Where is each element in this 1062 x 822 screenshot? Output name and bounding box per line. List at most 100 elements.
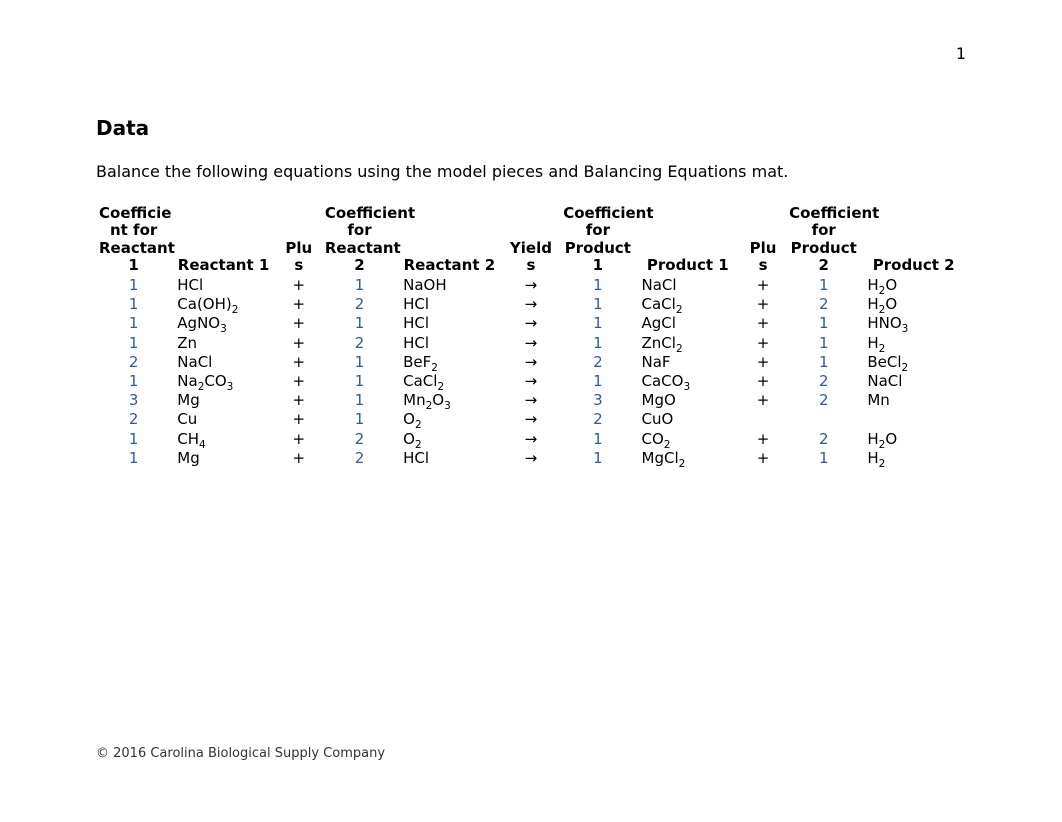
reactant-2: NaOH [397, 276, 502, 295]
coef-product-1: 3 [560, 391, 635, 410]
product-2: H2O [861, 276, 966, 295]
coef-reactant-2: 1 [322, 276, 397, 295]
coef-reactant-2: 2 [322, 295, 397, 314]
product-1: CaCO3 [636, 372, 741, 391]
table-row: 1AgNO3+1HCl→1AgCl+1HNO3 [96, 314, 966, 333]
yields-arrow: → [502, 391, 561, 410]
col-header-react1: Reactant 1 [171, 203, 276, 276]
plus-2: + [740, 449, 786, 468]
coef-reactant-1: 3 [96, 391, 171, 410]
table-row: 1Na2CO3+1CaCl2→1CaCO3+2NaCl [96, 372, 966, 391]
yields-arrow: → [502, 334, 561, 353]
page-number: 1 [956, 44, 966, 63]
reactant-1: Mg [171, 391, 276, 410]
reactant-2: O2 [397, 410, 502, 429]
coef-reactant-2: 1 [322, 391, 397, 410]
plus-1: + [276, 276, 322, 295]
product-1: NaCl [636, 276, 741, 295]
coef-reactant-1: 2 [96, 410, 171, 429]
instruction-text: Balance the following equations using th… [96, 162, 966, 181]
copyright-footer: © 2016 Carolina Biological Supply Compan… [96, 746, 385, 761]
coef-product-2: 2 [786, 430, 861, 449]
coef-reactant-2: 1 [322, 314, 397, 333]
yields-arrow: → [502, 353, 561, 372]
table-row: 3Mg+1Mn2O3→3MgO+2Mn [96, 391, 966, 410]
reactant-1: NaCl [171, 353, 276, 372]
table-row: 1HCl+1NaOH→1NaCl+1H2O [96, 276, 966, 295]
coef-product-1: 1 [560, 334, 635, 353]
coef-product-1: 1 [560, 449, 635, 468]
coef-reactant-2: 1 [322, 410, 397, 429]
plus-1: + [276, 314, 322, 333]
plus-2: + [740, 295, 786, 314]
plus-1: + [276, 334, 322, 353]
plus-1: + [276, 410, 322, 429]
reactant-2: Mn2O3 [397, 391, 502, 410]
coef-product-1: 1 [560, 430, 635, 449]
yields-arrow: → [502, 430, 561, 449]
col-header-coef-p1: Coefficient for Product 1 [560, 203, 635, 276]
coef-reactant-1: 2 [96, 353, 171, 372]
plus-2: + [740, 372, 786, 391]
product-2: BeCl2 [861, 353, 966, 372]
product-1: CaCl2 [636, 295, 741, 314]
reactant-1: Zn [171, 334, 276, 353]
reactant-1: AgNO3 [171, 314, 276, 333]
product-2: H2 [861, 334, 966, 353]
plus-1: + [276, 353, 322, 372]
coef-reactant-1: 1 [96, 295, 171, 314]
col-header-coef-r1: Coefficie nt for Reactant 1 [96, 203, 171, 276]
product-2: H2 [861, 449, 966, 468]
table-row: 1Zn+2HCl→1ZnCl2+1H2 [96, 334, 966, 353]
product-2: HNO3 [861, 314, 966, 333]
product-2: H2O [861, 430, 966, 449]
yields-arrow: → [502, 295, 561, 314]
reactant-1: Na2CO3 [171, 372, 276, 391]
coef-product-1: 1 [560, 276, 635, 295]
table-row: 1CH4+2O2→1CO2+2H2O [96, 430, 966, 449]
plus-2: + [740, 430, 786, 449]
col-header-yields: Yield s [502, 203, 561, 276]
coef-reactant-1: 1 [96, 334, 171, 353]
coef-reactant-2: 2 [322, 430, 397, 449]
plus-1: + [276, 430, 322, 449]
plus-2 [740, 410, 786, 429]
coef-product-2: 1 [786, 449, 861, 468]
coef-product-2 [786, 410, 861, 429]
plus-1: + [276, 372, 322, 391]
coef-product-2: 1 [786, 334, 861, 353]
yields-arrow: → [502, 314, 561, 333]
reactant-2: O2 [397, 430, 502, 449]
coef-reactant-1: 1 [96, 276, 171, 295]
col-header-plus2: Plu s [740, 203, 786, 276]
coef-reactant-1: 1 [96, 314, 171, 333]
coef-product-2: 2 [786, 372, 861, 391]
table-row: 2Cu+1O2→2CuO [96, 410, 966, 429]
coef-reactant-1: 1 [96, 449, 171, 468]
coef-reactant-2: 1 [322, 372, 397, 391]
product-2: H2O [861, 295, 966, 314]
plus-2: + [740, 353, 786, 372]
coef-product-2: 1 [786, 276, 861, 295]
reactant-2: HCl [397, 334, 502, 353]
reactant-1: CH4 [171, 430, 276, 449]
reactant-1: Cu [171, 410, 276, 429]
plus-1: + [276, 295, 322, 314]
coef-product-2: 1 [786, 314, 861, 333]
coef-reactant-1: 1 [96, 430, 171, 449]
yields-arrow: → [502, 410, 561, 429]
document-content: Data Balance the following equations usi… [96, 116, 966, 468]
section-title: Data [96, 116, 966, 140]
table-row: 1Mg+2HCl→1MgCl2+1H2 [96, 449, 966, 468]
col-header-coef-r2: Coefficient for Reactant 2 [322, 203, 397, 276]
product-1: ZnCl2 [636, 334, 741, 353]
coef-product-2: 1 [786, 353, 861, 372]
col-header-coef-p2: Coefficient for Product 2 [786, 203, 861, 276]
reactant-1: Mg [171, 449, 276, 468]
coef-reactant-1: 1 [96, 372, 171, 391]
plus-1: + [276, 449, 322, 468]
coef-reactant-2: 1 [322, 353, 397, 372]
product-1: CuO [636, 410, 741, 429]
equations-table: Coefficie nt for Reactant 1 Reactant 1 P… [96, 203, 966, 468]
reactant-2: HCl [397, 314, 502, 333]
